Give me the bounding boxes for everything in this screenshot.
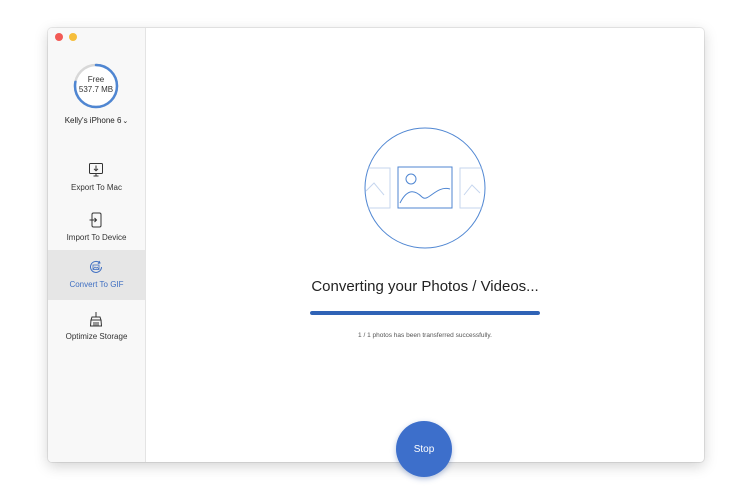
status-message: 1 / 1 photos has been transferred succes… bbox=[358, 332, 492, 339]
chevron-down-icon: ⌄ bbox=[122, 118, 129, 125]
sidebar-item-label: Optimize Storage bbox=[65, 332, 128, 341]
sidebar-item-convert-to-gif[interactable]: Convert To GIF bbox=[48, 250, 145, 300]
status-title: Converting your Photos / Videos... bbox=[311, 278, 539, 295]
sidebar-item-label: Export To Mac bbox=[71, 183, 122, 192]
convert-to-gif-icon bbox=[90, 260, 102, 273]
sidebar-item-label: Import To Device bbox=[66, 233, 127, 242]
storage-indicator: Free 537.7 MB bbox=[73, 63, 119, 109]
optimize-storage-icon bbox=[89, 312, 103, 327]
app-window: Free 537.7 MB Kelly's iPhone 6⌄ Export T… bbox=[48, 28, 704, 462]
transfer-progress-bar bbox=[310, 311, 540, 315]
import-to-device-icon bbox=[89, 212, 102, 228]
stop-button[interactable]: Stop bbox=[396, 421, 452, 477]
sidebar-item-import-to-device[interactable]: Import To Device bbox=[48, 203, 145, 253]
photo-conversion-icon bbox=[364, 127, 486, 249]
storage-free-label: Free bbox=[87, 75, 105, 84]
export-to-mac-icon bbox=[89, 163, 103, 177]
device-selector[interactable]: Kelly's iPhone 6⌄ bbox=[48, 116, 145, 125]
minimize-window-button[interactable] bbox=[69, 33, 77, 41]
sidebar-item-label: Convert To GIF bbox=[69, 280, 124, 289]
sidebar-item-optimize-storage[interactable]: Optimize Storage bbox=[48, 302, 145, 352]
progress-fill bbox=[310, 311, 540, 315]
storage-free-value: 537.7 MB bbox=[78, 85, 114, 94]
main-panel: Converting your Photos / Videos... 1 / 1… bbox=[146, 28, 704, 462]
device-name-label: Kelly's iPhone 6 bbox=[64, 116, 122, 125]
sidebar-item-export-to-mac[interactable]: Export To Mac bbox=[48, 153, 145, 203]
close-window-button[interactable] bbox=[55, 33, 63, 41]
sidebar: Free 537.7 MB Kelly's iPhone 6⌄ Export T… bbox=[48, 28, 146, 462]
